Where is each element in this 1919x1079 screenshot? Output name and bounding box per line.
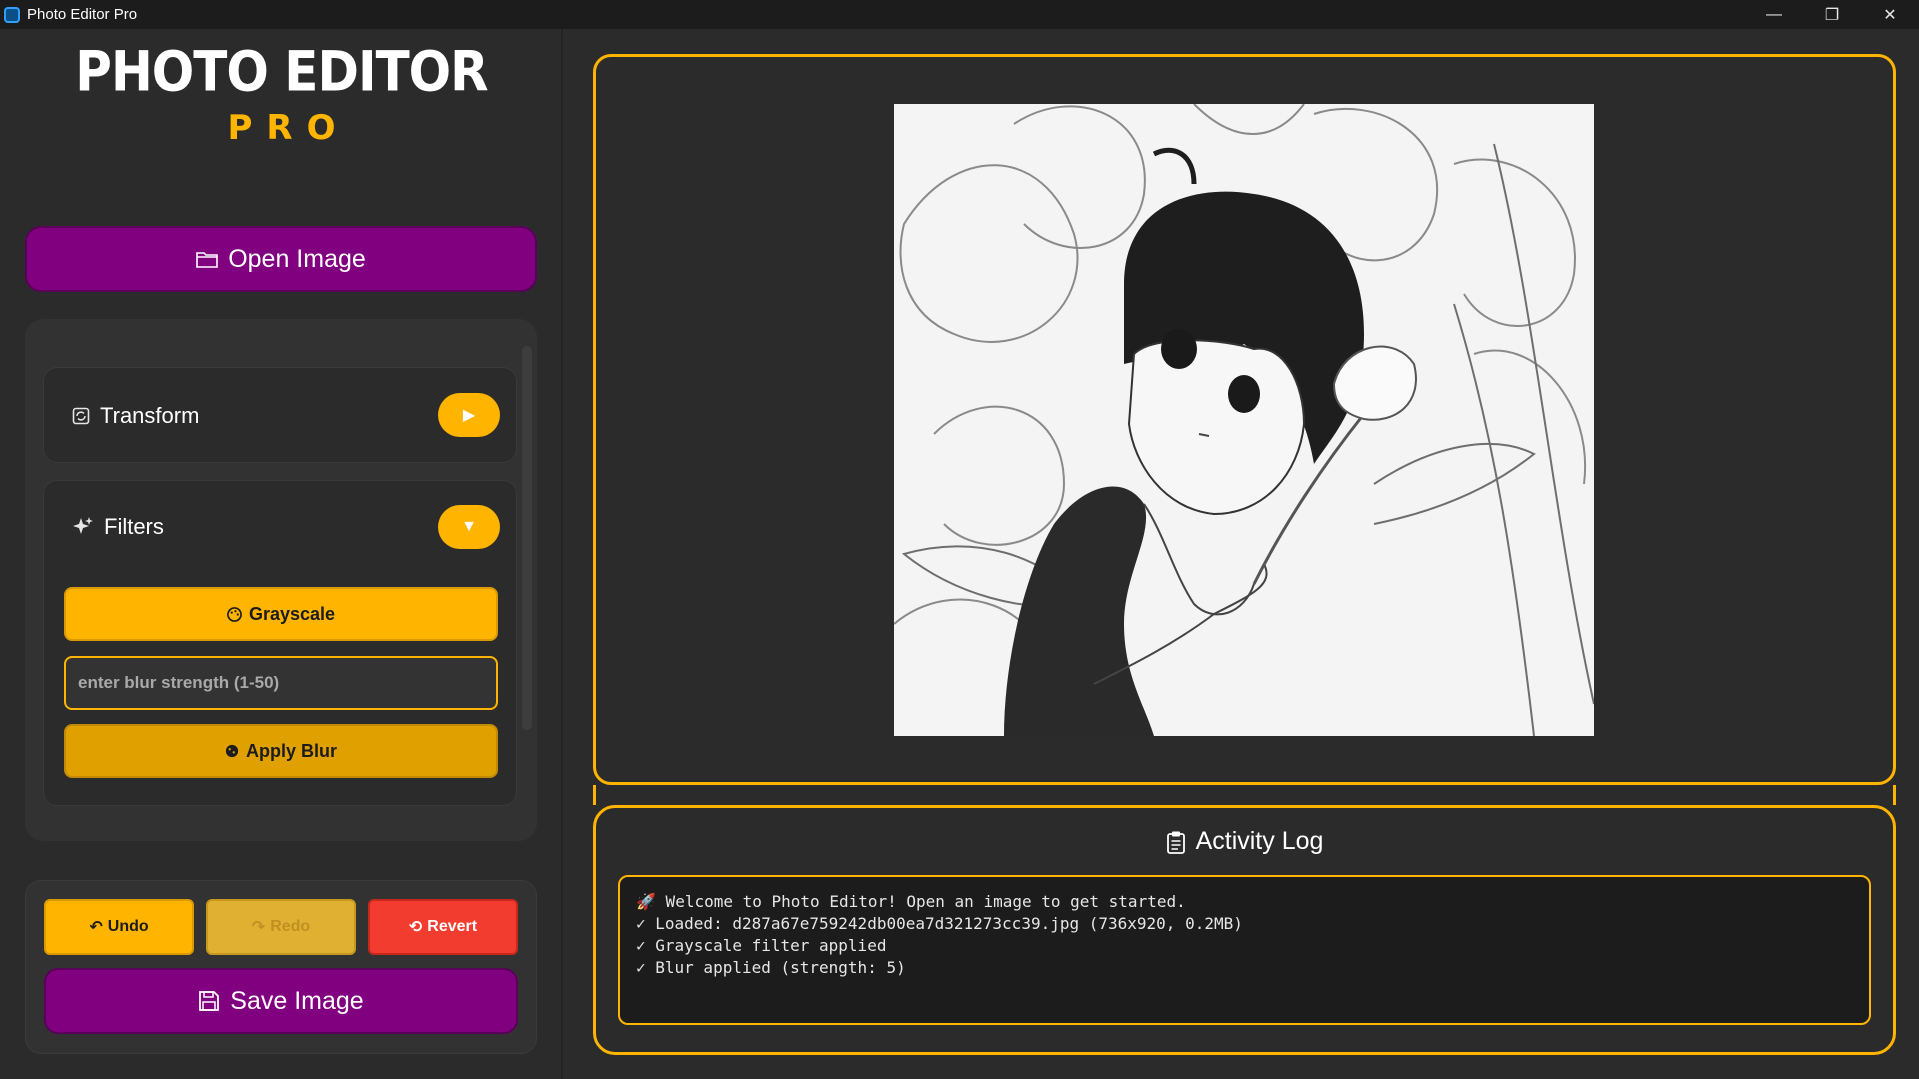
image-preview <box>894 104 1594 736</box>
window-title: Photo Editor Pro <box>27 6 138 23</box>
undo-label: Undo <box>107 918 149 935</box>
app-icon <box>4 6 20 23</box>
log-line: ✓ Grayscale filter applied <box>636 936 887 955</box>
apply-blur-button[interactable]: Apply Blur <box>64 724 498 778</box>
redo-icon: ↷ <box>251 919 266 936</box>
filters-header[interactable]: Filters <box>72 514 164 540</box>
save-image-label: Save Image <box>230 986 364 1015</box>
activity-log-output[interactable]: 🚀 Welcome to Photo Editor! Open an image… <box>618 875 1871 1025</box>
folder-icon <box>196 252 219 268</box>
title-bar: Photo Editor Pro — ❐ ✕ <box>0 0 1919 29</box>
frame-connector-left <box>593 785 596 805</box>
filters-label: Filters <box>104 514 164 539</box>
photo-sketch <box>894 104 1594 736</box>
logo-subtitle: PRO <box>227 108 350 148</box>
revert-button[interactable]: ⟲ Revert <box>368 899 518 955</box>
tools-scrollbar[interactable] <box>522 346 532 730</box>
open-image-label: Open Image <box>228 244 366 273</box>
save-icon <box>199 991 220 1011</box>
minimize-button[interactable]: — <box>1745 0 1803 29</box>
clipboard-icon <box>1166 831 1185 854</box>
grayscale-button[interactable]: Grayscale <box>64 587 498 641</box>
window-controls: — ❐ ✕ <box>1745 0 1919 29</box>
undo-button[interactable]: ↶ Undo <box>44 899 194 955</box>
frame-connector-right <box>1893 785 1896 805</box>
restore-button[interactable]: ❐ <box>1803 0 1861 29</box>
undo-icon: ↶ <box>89 919 103 936</box>
grayscale-label: Grayscale <box>248 603 336 624</box>
transform-header[interactable]: Transform <box>72 403 199 429</box>
log-line: ✓ Loaded: d287a67e759242db00ea7d321273cc… <box>636 914 1243 933</box>
open-image-button[interactable]: Open Image <box>25 226 537 292</box>
transform-section: Transform ▶ <box>43 367 517 463</box>
revert-label: Revert <box>427 918 478 935</box>
filters-section: Filters ▼ Grayscale Apply Blur <box>43 480 517 806</box>
close-button[interactable]: ✕ <box>1861 0 1919 29</box>
save-image-button[interactable]: Save Image <box>44 968 518 1034</box>
apply-blur-label: Apply Blur <box>245 740 337 761</box>
revert-icon: ⟲ <box>408 919 423 936</box>
log-line: 🚀 Welcome to Photo Editor! Open an image… <box>636 892 1186 911</box>
filters-toggle[interactable]: ▼ <box>438 505 500 549</box>
redo-label: Redo <box>270 918 311 935</box>
blur-strength-input[interactable] <box>64 656 498 710</box>
palette-icon <box>227 606 242 622</box>
activity-log-header: Activity Log <box>593 827 1896 856</box>
activity-log-title: Activity Log <box>1195 827 1324 855</box>
sparkles-icon <box>73 517 93 534</box>
redo-button[interactable]: ↷ Redo <box>206 899 356 955</box>
blur-icon <box>225 744 239 758</box>
log-line: ✓ Blur applied (strength: 5) <box>636 958 906 977</box>
transform-icon <box>72 407 90 425</box>
transform-toggle[interactable]: ▶ <box>438 393 500 437</box>
transform-label: Transform <box>100 403 200 428</box>
logo-title: PHOTO EDITOR <box>75 40 488 104</box>
